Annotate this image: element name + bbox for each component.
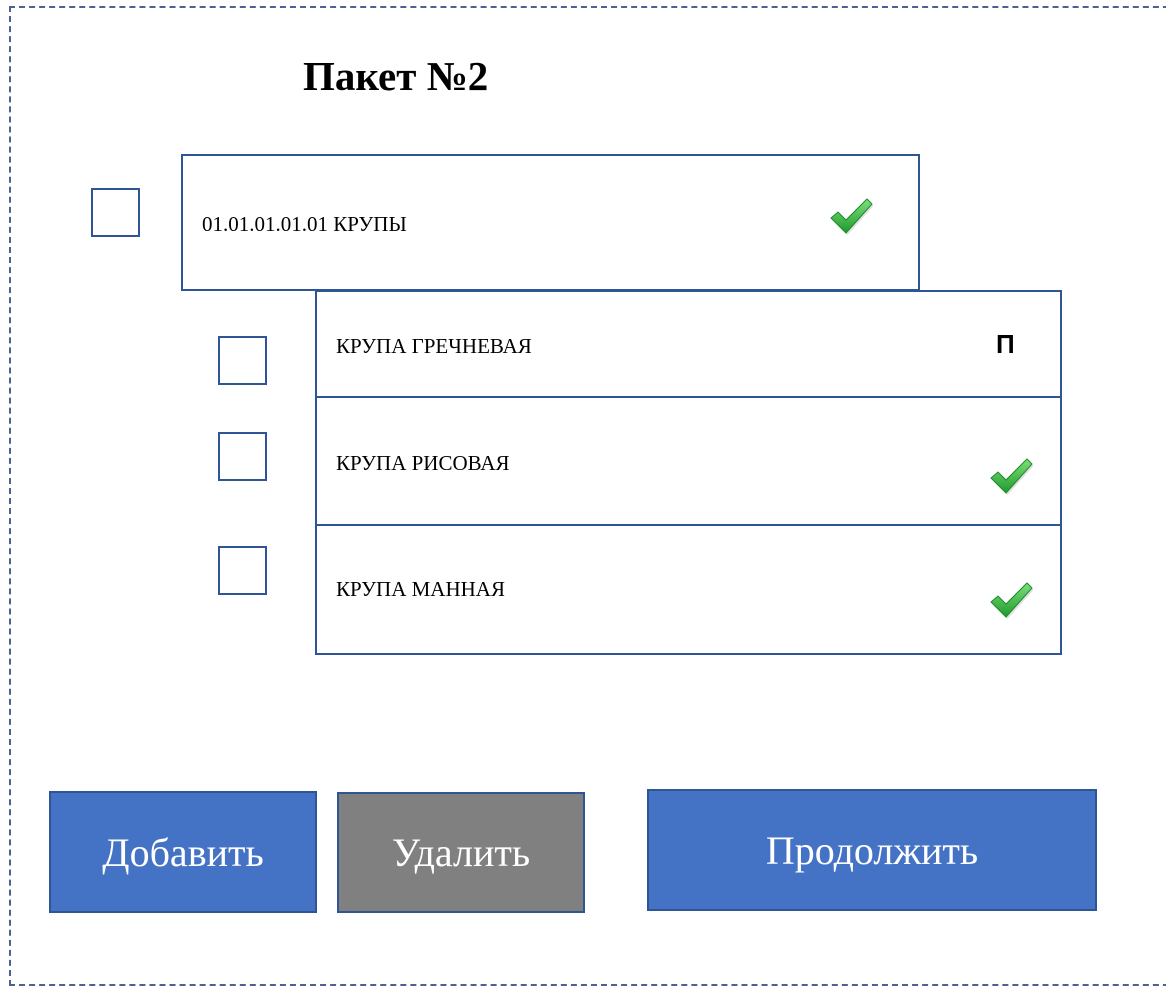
check-icon — [989, 580, 1033, 620]
item-label: КРУПА МАННАЯ — [336, 577, 505, 601]
list-item[interactable]: КРУПА ГРЕЧНЕВАЯ П — [315, 290, 1062, 398]
item-checkbox-rice[interactable] — [218, 432, 267, 481]
check-icon — [829, 196, 873, 236]
item-checkbox-buckwheat[interactable] — [218, 336, 267, 385]
delete-button[interactable]: Удалить — [337, 792, 585, 913]
item-status-mark: П — [996, 329, 1015, 359]
category-checkbox[interactable] — [91, 188, 140, 237]
check-icon — [989, 456, 1033, 496]
item-label: КРУПА ГРЕЧНЕВАЯ — [336, 334, 532, 358]
list-item[interactable]: КРУПА МАННАЯ — [315, 524, 1062, 655]
category-label: 01.01.01.01.01 КРУПЫ — [202, 212, 407, 236]
continue-button[interactable]: Продолжить — [647, 789, 1097, 911]
add-button[interactable]: Добавить — [49, 791, 317, 913]
list-item[interactable]: КРУПА РИСОВАЯ — [315, 396, 1062, 526]
page-title: Пакет №2 — [303, 53, 489, 99]
item-checkbox-semolina[interactable] — [218, 546, 267, 595]
item-label: КРУПА РИСОВАЯ — [336, 451, 510, 475]
category-row[interactable]: 01.01.01.01.01 КРУПЫ — [181, 154, 920, 291]
